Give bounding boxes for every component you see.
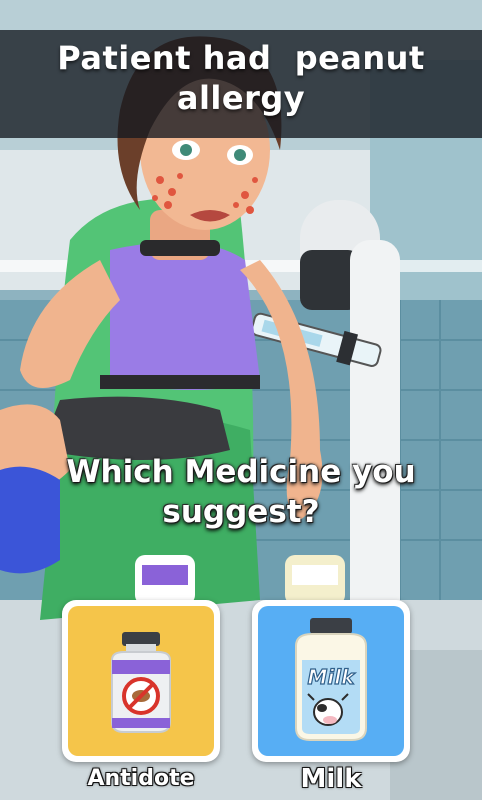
antidote-bottle-icon	[111, 632, 171, 733]
option-milk-card[interactable]: Milk	[252, 600, 410, 762]
option-antidote-label: Antidote	[87, 766, 195, 791]
question-line-2: suggest?	[162, 494, 320, 530]
option-antidote-card[interactable]	[62, 600, 220, 762]
banner-line-2: allergy	[176, 79, 306, 117]
banner-line-1: Patient had peanut	[57, 39, 425, 77]
question-text: Which Medicine you suggest?	[20, 452, 462, 532]
banner-title: Patient had peanut allergy	[0, 38, 482, 118]
question-line-1: Which Medicine you	[66, 454, 416, 490]
milk-bottle-icon: Milk	[295, 618, 367, 741]
option-milk-label: Milk	[300, 764, 362, 794]
milk-bottle-text: Milk	[308, 665, 357, 689]
